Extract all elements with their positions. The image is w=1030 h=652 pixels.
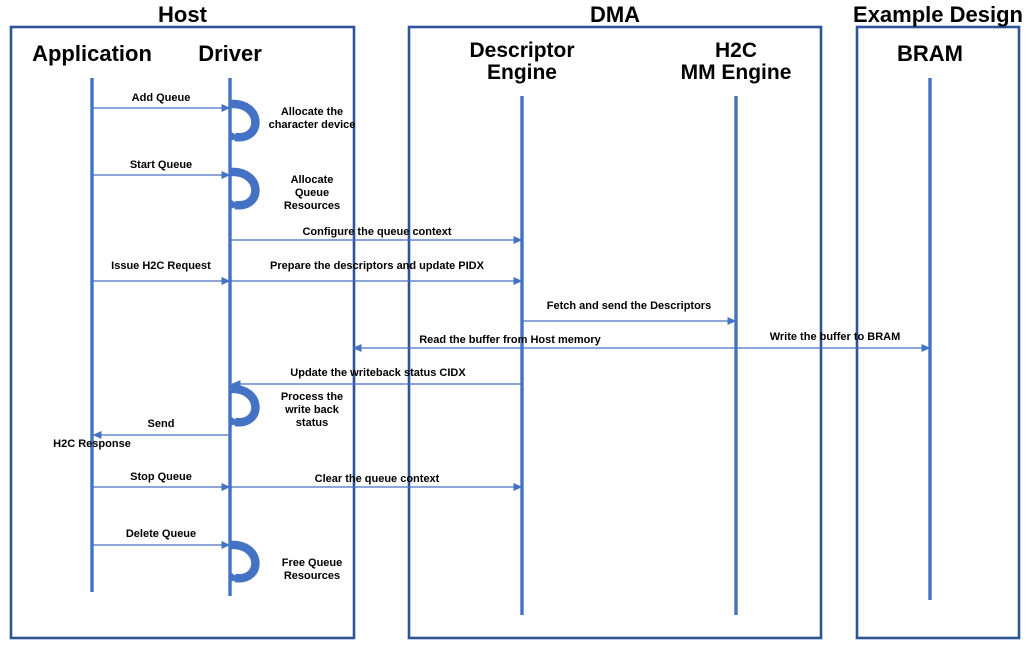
self-message-label-process_write_back: Process the write back status — [280, 391, 344, 429]
message-label-delete_queue: Delete Queue — [125, 528, 197, 540]
group-title-dma: DMA — [589, 2, 641, 27]
lifeline-label-driver: Driver — [198, 41, 262, 66]
self-message-label-allocate_queue_res: Allocate Queue Resources — [283, 174, 341, 212]
lifeline-label-bram: BRAM — [897, 41, 963, 66]
message-label-update_writeback_cidx: Update the writeback status CIDX — [290, 367, 466, 379]
group-title-example_design: Example Design — [853, 2, 1023, 27]
sequence-diagram-canvas: Host DMA Example Design Application Driver De… — [0, 0, 1030, 652]
self-message-label-free_queue_resources: Free Queue Resources — [281, 557, 343, 582]
message-label-send_h2c_response-line2: H2C Response — [53, 438, 131, 450]
message-label-start_queue: Start Queue — [129, 159, 193, 171]
group-title-host: Host — [158, 2, 207, 27]
message-label-add_queue: Add Queue — [131, 92, 191, 104]
lifeline-label-descriptor_engine: Descriptor Engine — [469, 39, 575, 85]
self-message-label-allocate_char_device: Allocate the character device — [268, 106, 356, 131]
message-label-stop_queue: Stop Queue — [130, 471, 192, 483]
message-label-clear_queue_ctx: Clear the queue context — [314, 473, 440, 485]
lifeline-label-h2c_mm_engine: H2C MM Engine — [680, 39, 792, 85]
message-label-issue_h2c_request: Issue H2C Request — [111, 260, 211, 272]
message-label-send_h2c_response: Send — [147, 418, 175, 430]
message-label-prepare_descriptors: Prepare the descriptors and update PIDX — [270, 260, 484, 272]
message-label-fetch_send_descriptors: Fetch and send the Descriptors — [546, 300, 712, 312]
message-label-configure_queue_ctx: Configure the queue context — [302, 226, 452, 238]
message-label-write_buffer_bram: Write the buffer to BRAM — [769, 331, 901, 343]
message-label-read_buffer_host_mem: Read the buffer from Host memory — [419, 334, 601, 346]
